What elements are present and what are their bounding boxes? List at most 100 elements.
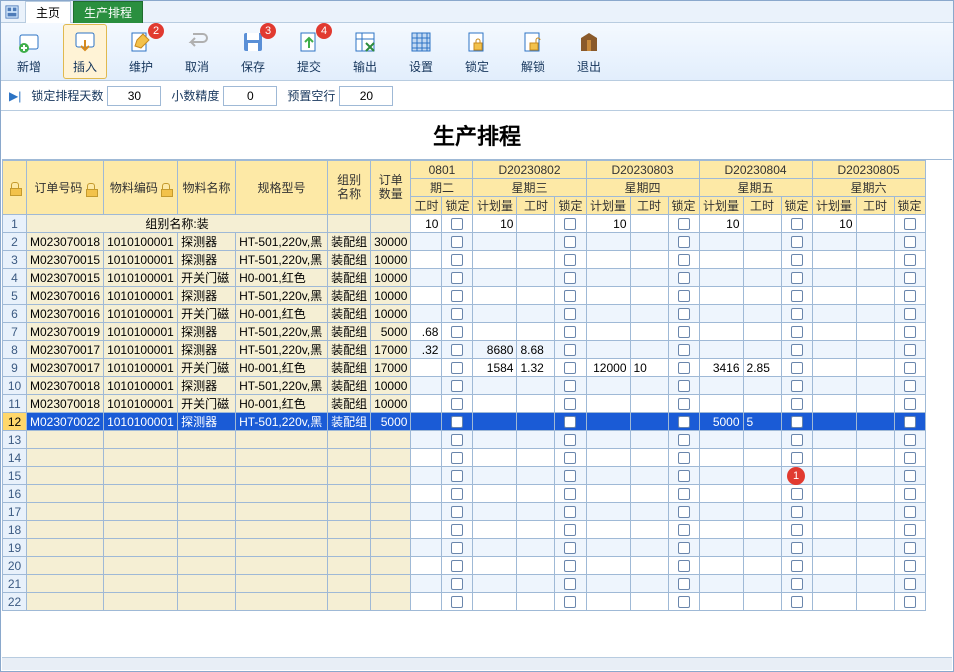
lock-checkbox[interactable] [451, 416, 463, 428]
lock-checkbox[interactable] [564, 326, 576, 338]
lock-checkbox[interactable] [678, 362, 690, 374]
lock-checkbox[interactable] [451, 272, 463, 284]
lock-checkbox[interactable] [451, 344, 463, 356]
blank-input[interactable] [339, 86, 393, 106]
lock-checkbox[interactable] [904, 326, 916, 338]
lock-checkbox[interactable] [451, 308, 463, 320]
lock-checkbox[interactable] [564, 236, 576, 248]
lock-checkbox[interactable] [904, 452, 916, 464]
lock-checkbox[interactable] [564, 290, 576, 302]
lockdays-input[interactable] [107, 86, 161, 106]
save-button[interactable]: 3保存 [231, 24, 275, 79]
lock-checkbox[interactable] [904, 434, 916, 446]
lock-checkbox[interactable] [451, 452, 463, 464]
table-row[interactable]: 19 [3, 539, 926, 557]
table-row[interactable]: 11M0230700181010100001开关门磁H0-001,红色装配组10… [3, 395, 926, 413]
sub-plan[interactable]: 计划量 [812, 197, 856, 215]
lock-checkbox[interactable] [904, 290, 916, 302]
lock-checkbox[interactable] [791, 254, 803, 266]
tab-prod-schedule[interactable]: 生产排程 [73, 1, 143, 23]
lock-checkbox[interactable] [564, 434, 576, 446]
lock-checkbox[interactable] [678, 434, 690, 446]
maintain-button[interactable]: 2维护 [119, 24, 163, 79]
lock-checkbox[interactable] [451, 290, 463, 302]
lock-checkbox[interactable] [678, 578, 690, 590]
sub-plan[interactable]: 计划量 [699, 197, 743, 215]
table-row[interactable]: 7M0230700191010100001探测器HT-501,220v,黑装配组… [3, 323, 926, 341]
lock-checkbox[interactable] [904, 218, 916, 230]
lock-checkbox[interactable] [564, 542, 576, 554]
lock-checkbox[interactable] [564, 272, 576, 284]
lock-checkbox[interactable] [451, 380, 463, 392]
lock-checkbox[interactable] [904, 470, 916, 482]
sub-hours[interactable]: 工时 [411, 197, 442, 215]
lock-checkbox[interactable] [564, 560, 576, 572]
col-d804[interactable]: D20230804 [699, 161, 812, 179]
lock-checkbox[interactable] [791, 326, 803, 338]
lock-checkbox[interactable] [451, 560, 463, 572]
sub-locked[interactable]: 锁定 [442, 197, 473, 215]
lock-checkbox[interactable] [904, 308, 916, 320]
col-matcode[interactable]: 物料编码 [110, 181, 158, 195]
col-d805[interactable]: D20230805 [812, 161, 925, 179]
lock-checkbox[interactable] [564, 524, 576, 536]
lock-checkbox[interactable] [678, 272, 690, 284]
export-button[interactable]: 输出 [343, 24, 387, 79]
lock-checkbox[interactable] [678, 218, 690, 230]
lock-checkbox[interactable] [564, 398, 576, 410]
table-row[interactable]: 5M0230700161010100001探测器HT-501,220v,黑装配组… [3, 287, 926, 305]
sub-locked[interactable]: 锁定 [668, 197, 699, 215]
lock-checkbox[interactable] [791, 488, 803, 500]
lock-checkbox[interactable] [678, 452, 690, 464]
insert-button[interactable]: 插入 [63, 24, 107, 79]
unlock-button[interactable]: 解锁 [511, 24, 555, 79]
lock-checkbox[interactable] [791, 560, 803, 572]
lock-checkbox[interactable] [678, 254, 690, 266]
lock-checkbox[interactable] [564, 596, 576, 608]
lock-checkbox[interactable] [451, 434, 463, 446]
table-row[interactable]: 16 [3, 485, 926, 503]
lock-checkbox[interactable] [678, 596, 690, 608]
table-row[interactable]: 18 [3, 521, 926, 539]
sub-locked[interactable]: 锁定 [781, 197, 812, 215]
lock-checkbox[interactable] [451, 254, 463, 266]
lock-checkbox[interactable] [791, 344, 803, 356]
lock-checkbox[interactable] [564, 506, 576, 518]
lock-checkbox[interactable] [564, 308, 576, 320]
submit-button[interactable]: 4提交 [287, 24, 331, 79]
goto-last-icon[interactable]: ▶| [9, 89, 21, 103]
lock-checkbox[interactable] [564, 488, 576, 500]
lock-checkbox[interactable] [451, 596, 463, 608]
table-row[interactable]: 12M0230700221010100001探测器HT-501,220v,黑装配… [3, 413, 926, 431]
col-d803[interactable]: D20230803 [586, 161, 699, 179]
lock-checkbox[interactable] [678, 398, 690, 410]
lock-checkbox[interactable] [791, 362, 803, 374]
lock-checkbox[interactable] [904, 488, 916, 500]
lock-checkbox[interactable] [451, 398, 463, 410]
col-w3[interactable]: 星期三 [473, 179, 586, 197]
lock-checkbox[interactable] [451, 326, 463, 338]
lock-checkbox[interactable] [564, 362, 576, 374]
table-row[interactable]: 17 [3, 503, 926, 521]
table-row[interactable]: 20 [3, 557, 926, 575]
lock-checkbox[interactable] [564, 254, 576, 266]
lock-checkbox[interactable] [791, 524, 803, 536]
col-group[interactable]: 组别名称 [328, 161, 371, 215]
lock-checkbox[interactable] [564, 218, 576, 230]
sub-hours[interactable]: 工时 [630, 197, 668, 215]
lock-checkbox[interactable] [904, 236, 916, 248]
decimal-input[interactable] [223, 86, 277, 106]
grid-scroll[interactable]: 订单号码 物料编码 物料名称 规格型号 组别名称 订单数量 0801 D2023… [2, 159, 952, 657]
lock-checkbox[interactable] [904, 524, 916, 536]
lock-checkbox[interactable] [791, 416, 803, 428]
lock-checkbox[interactable] [451, 236, 463, 248]
table-row[interactable]: 8M0230700171010100001探测器HT-501,220v,黑装配组… [3, 341, 926, 359]
lock-checkbox[interactable] [904, 362, 916, 374]
lock-checkbox[interactable] [564, 470, 576, 482]
sub-locked[interactable]: 锁定 [894, 197, 925, 215]
lock-checkbox[interactable] [678, 236, 690, 248]
lock-checkbox[interactable] [451, 524, 463, 536]
add-button[interactable]: 新增 [7, 24, 51, 79]
horizontal-scrollbar[interactable] [2, 657, 952, 670]
lock-checkbox[interactable] [678, 416, 690, 428]
